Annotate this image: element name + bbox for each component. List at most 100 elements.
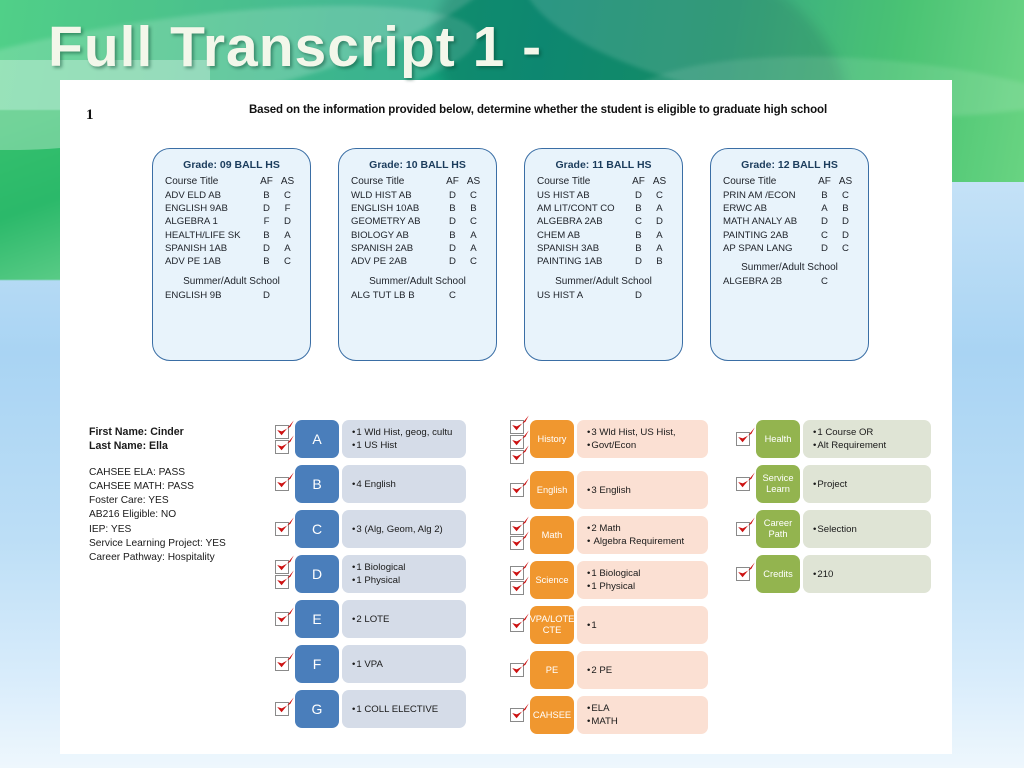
grade-card-header-row: Course Title AF AS bbox=[351, 175, 484, 188]
requirement-bullet: 1 Biological bbox=[587, 567, 700, 580]
course-title: PAINTING 1AB bbox=[537, 256, 603, 268]
checkbox-group bbox=[734, 510, 760, 548]
requirement-row: A1 Wld Hist, geog, cultu1 US Hist bbox=[273, 419, 466, 458]
requirement-tag: Service Learn bbox=[756, 465, 800, 503]
checkbox-group bbox=[508, 696, 534, 734]
column-header: Course Title bbox=[351, 176, 405, 188]
page-title: Full Transcript 1 - bbox=[48, 15, 543, 79]
course-grade-af: A bbox=[821, 202, 828, 214]
requirement-row: G 1 COLL ELECTIVE bbox=[273, 690, 466, 728]
checkbox-icon[interactable] bbox=[275, 607, 294, 626]
course-row: SPANISH 2AB D A bbox=[351, 242, 484, 255]
requirement-description: 1 COLL ELECTIVE bbox=[342, 690, 466, 728]
checkbox-group bbox=[273, 465, 299, 503]
course-grade-as: D bbox=[284, 216, 291, 228]
requirement-description: 1 Wld Hist, geog, cultu1 US Hist bbox=[342, 420, 466, 458]
student-last-name: Last Name: Ella bbox=[89, 440, 168, 453]
grade-card: Grade: 12 BALL HS Course Title AF AS PRIN AM… bbox=[710, 148, 869, 361]
requirement-tag: D bbox=[295, 555, 339, 593]
requirement-bullet: 2 PE bbox=[587, 664, 700, 677]
checkbox-icon[interactable] bbox=[510, 445, 529, 464]
checkbox-icon[interactable] bbox=[736, 427, 755, 446]
checkbox-icon[interactable] bbox=[510, 658, 529, 677]
requirement-tag: C bbox=[295, 510, 339, 548]
course-title: ENGLISH 9AB bbox=[165, 202, 228, 214]
red-checkmark-icon bbox=[277, 607, 294, 623]
requirement-bullet: 2 LOTE bbox=[352, 613, 458, 626]
requirement-bullet: 1 Wld Hist, geog, cultu bbox=[352, 426, 458, 439]
course-grade-af: D bbox=[263, 243, 270, 255]
requirement-description: 4 English bbox=[342, 465, 466, 503]
course-grade-as bbox=[277, 289, 298, 302]
checkbox-icon[interactable] bbox=[510, 530, 529, 550]
requirement-row: C 3 (Alg, Geom, Alg 2) bbox=[273, 510, 466, 548]
requirement-tag: Health bbox=[756, 420, 800, 458]
course-row: CHEM AB B A bbox=[537, 229, 670, 242]
requirement-bullet: 3 (Alg, Geom, Alg 2) bbox=[352, 523, 458, 536]
checkbox-icon[interactable] bbox=[736, 517, 755, 536]
course-grade-af: C bbox=[821, 276, 828, 288]
requirement-tag: G bbox=[295, 690, 339, 728]
course-title: WLD HIST AB bbox=[351, 189, 412, 201]
summer-school-label: Summer/Adult School bbox=[369, 275, 466, 287]
requirement-description: ELAMATH bbox=[577, 696, 708, 734]
summer-school-label: Summer/Adult School bbox=[183, 275, 280, 287]
checkbox-icon[interactable] bbox=[510, 703, 529, 722]
requirement-bullet: Project bbox=[813, 478, 923, 491]
course-grade-af: C bbox=[449, 289, 456, 301]
course-row: GEOMETRY AB D C bbox=[351, 215, 484, 228]
grade-card: Grade: 09 BALL HS Course Title AF AS ADV ELD… bbox=[152, 148, 311, 361]
red-checkmark-icon bbox=[277, 697, 294, 713]
course-row: SPANISH 3AB B A bbox=[537, 242, 670, 255]
requirement-description: 1 Biological1 Physical bbox=[577, 561, 708, 599]
requirement-column-other: Health1 Course ORAlt Requirement Service … bbox=[734, 420, 931, 600]
course-grade-af: D bbox=[449, 189, 456, 201]
requirement-column-a-g: A1 Wld Hist, geog, cultu1 US Hist B4 Engl… bbox=[273, 419, 466, 735]
checkbox-icon[interactable] bbox=[275, 569, 294, 589]
requirement-bullet: Alt Requirement bbox=[813, 439, 923, 452]
requirement-tag: VPA/LOTE CTE bbox=[530, 606, 574, 644]
checkbox-group bbox=[508, 515, 534, 554]
requirement-bullet: Selection bbox=[813, 523, 923, 536]
checkbox-icon[interactable] bbox=[510, 613, 529, 632]
checkbox-icon[interactable] bbox=[275, 472, 294, 491]
requirement-description: 2 LOTE bbox=[342, 600, 466, 638]
requirement-description: 2 PE bbox=[577, 651, 708, 689]
course-grade-as: A bbox=[656, 202, 663, 214]
course-title: ENGLISH 10AB bbox=[351, 202, 420, 214]
course-grade-as: D bbox=[656, 216, 663, 228]
grade-card-header-row: Course Title AF AS bbox=[165, 175, 298, 188]
course-row: AP SPAN LANG D C bbox=[723, 242, 856, 255]
requirement-bullet: 2 Math bbox=[587, 522, 700, 535]
checkbox-icon[interactable] bbox=[275, 434, 294, 454]
course-title: GEOMETRY AB bbox=[351, 216, 421, 228]
requirement-bullet: 4 English bbox=[352, 478, 458, 491]
course-title: US HIST AB bbox=[537, 189, 590, 201]
course-row: ALGEBRA 1 F D bbox=[165, 215, 298, 228]
checkbox-icon[interactable] bbox=[736, 472, 755, 491]
course-title: ADV PE 1AB bbox=[165, 256, 221, 268]
checkbox-icon[interactable] bbox=[275, 517, 294, 536]
requirement-bullet: 1 bbox=[587, 619, 700, 632]
checkbox-icon[interactable] bbox=[275, 652, 294, 671]
column-header: AS bbox=[466, 176, 481, 188]
requirement-bullet: 210 bbox=[813, 568, 923, 581]
course-row: ADV PE 2AB D C bbox=[351, 255, 484, 268]
student-fact: CAHSEE ELA: PASS bbox=[89, 466, 186, 478]
requirement-row: Health1 Course ORAlt Requirement bbox=[734, 420, 931, 458]
red-checkmark-icon bbox=[277, 569, 294, 585]
checkbox-icon[interactable] bbox=[275, 697, 294, 716]
course-grade-af: D bbox=[635, 256, 642, 268]
course-row: PAINTING 2AB C D bbox=[723, 229, 856, 242]
course-title: ADV ELD AB bbox=[165, 189, 221, 201]
checkbox-group bbox=[273, 510, 299, 548]
checkbox-icon[interactable] bbox=[510, 478, 529, 497]
checkbox-icon[interactable] bbox=[736, 562, 755, 581]
summer-course-row: ALG TUT LB B C bbox=[351, 289, 484, 302]
course-row: SPANISH 1AB D A bbox=[165, 242, 298, 255]
course-title: SPANISH 3AB bbox=[537, 243, 600, 255]
checkbox-group bbox=[734, 465, 760, 503]
requirement-row: B 4 English bbox=[273, 465, 466, 503]
checkbox-icon[interactable] bbox=[510, 575, 529, 595]
